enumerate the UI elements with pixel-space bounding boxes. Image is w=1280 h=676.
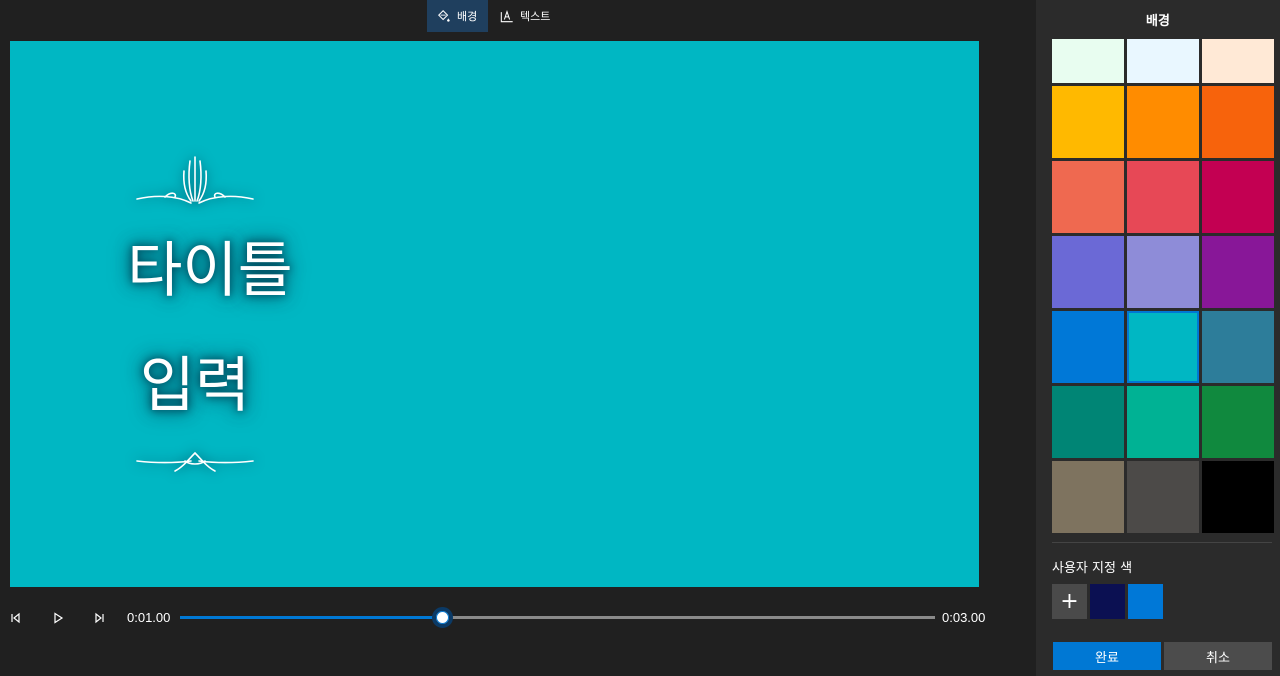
tab-text[interactable]: 텍스트: [490, 0, 560, 32]
custom-color-label: 사용자 지정 색: [1052, 561, 1133, 576]
custom-color-swatch[interactable]: [1128, 584, 1163, 619]
color-swatch[interactable]: [1052, 311, 1124, 383]
next-frame-button[interactable]: [89, 608, 109, 628]
color-swatch[interactable]: [1127, 236, 1199, 308]
play-icon: [54, 612, 64, 624]
color-swatch[interactable]: [1127, 86, 1199, 158]
toolbar: 배경 텍스트: [0, 0, 1036, 32]
background-panel: 배경 사용자 지정 색 + 완료 취소: [1036, 0, 1280, 676]
color-swatch[interactable]: [1202, 161, 1274, 233]
bottom-ornament-icon: [136, 451, 254, 472]
seek-slider[interactable]: [180, 607, 935, 628]
color-swatch[interactable]: [1052, 39, 1124, 83]
title-block: 타이틀 입력: [80, 151, 310, 491]
tab-background[interactable]: 배경: [427, 0, 488, 32]
custom-color-swatch[interactable]: [1090, 584, 1125, 619]
playback-bar: 0:01.00 0:03.00: [0, 600, 1036, 636]
color-swatch[interactable]: [1052, 386, 1124, 458]
seek-thumb[interactable]: [432, 607, 453, 628]
color-swatch[interactable]: [1202, 39, 1274, 83]
paint-bucket-icon: [438, 10, 450, 22]
total-time: 0:03.00: [942, 610, 986, 625]
done-button[interactable]: 완료: [1053, 642, 1161, 670]
previous-frame-button[interactable]: [6, 608, 26, 628]
title-line-2[interactable]: 입력: [80, 356, 310, 416]
color-swatch[interactable]: [1202, 461, 1274, 533]
color-swatch[interactable]: [1127, 161, 1199, 233]
text-box-icon: [500, 9, 513, 23]
tab-background-label: 배경: [457, 10, 478, 23]
color-swatch[interactable]: [1052, 86, 1124, 158]
divider: [1052, 542, 1272, 543]
color-swatch[interactable]: [1052, 461, 1124, 533]
color-swatch[interactable]: [1202, 311, 1274, 383]
color-swatch[interactable]: [1127, 311, 1199, 383]
top-ornament-icon: [136, 156, 254, 204]
step-back-icon: [11, 612, 20, 624]
color-swatch[interactable]: [1127, 461, 1199, 533]
current-time: 0:01.00: [127, 610, 171, 625]
panel-title: 배경: [1146, 14, 1170, 29]
video-preview: 타이틀 입력: [10, 41, 979, 587]
tab-text-label: 텍스트: [520, 10, 551, 23]
title-line-1[interactable]: 타이틀: [95, 241, 325, 301]
color-swatch[interactable]: [1202, 236, 1274, 308]
color-swatch[interactable]: [1202, 386, 1274, 458]
step-forward-icon: [95, 612, 104, 624]
cancel-button[interactable]: 취소: [1164, 642, 1272, 670]
color-swatch[interactable]: [1127, 386, 1199, 458]
color-swatch[interactable]: [1052, 161, 1124, 233]
color-swatch[interactable]: [1052, 236, 1124, 308]
color-swatch[interactable]: [1127, 39, 1199, 83]
play-button[interactable]: [48, 608, 68, 628]
color-swatch[interactable]: [1202, 86, 1274, 158]
seek-progress: [180, 616, 442, 619]
add-custom-color-button[interactable]: +: [1052, 584, 1087, 619]
